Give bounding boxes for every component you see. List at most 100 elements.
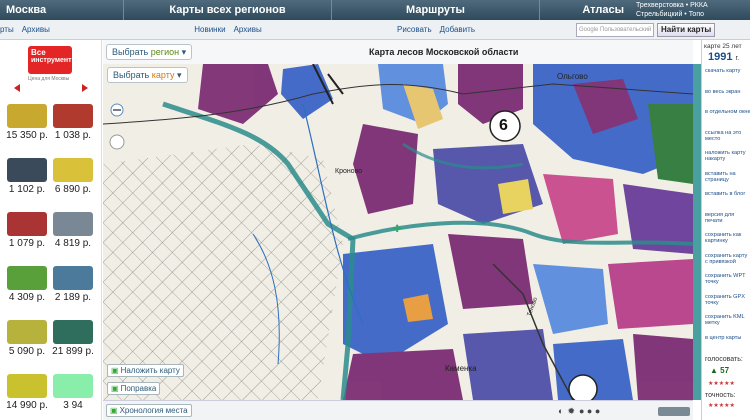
ad-logo[interactable]: Все инструменты (28, 46, 78, 74)
map-year: 1991 г. (708, 51, 739, 63)
product-price: 3 94 (63, 400, 83, 411)
action-item[interactable]: скачать карту (705, 68, 750, 74)
ad-product[interactable]: 14 990 р. (4, 374, 50, 411)
ad-product[interactable]: 3 94 (50, 374, 96, 411)
ad-product[interactable]: 4 819 р. (50, 212, 96, 249)
correction-label: Поправка (120, 384, 157, 393)
thumbs-up-icon: ▲ (710, 366, 718, 375)
ad-logo-line1: Все (31, 48, 46, 57)
subnav-new-link[interactable]: Новинки (194, 25, 225, 34)
action-item[interactable]: вставить на страницу (705, 171, 750, 183)
product-price: 2 189 р. (54, 292, 92, 303)
correction-button[interactable]: ▣ Поправка (107, 382, 161, 395)
ad-prev-arrow-icon[interactable] (14, 84, 20, 92)
product-price: 1 038 р. (54, 130, 92, 141)
nav-all-maps-label: Карты всех регионов (169, 4, 286, 16)
top-navigation: Москва Карты всех регионов Маршруты Атла… (0, 0, 750, 20)
vote-label: голосовать: (705, 356, 743, 363)
ad-product[interactable]: 1 102 р. (4, 158, 50, 195)
accuracy-stars[interactable]: ★★★★★ (708, 402, 735, 409)
zoom-out-button[interactable] (111, 104, 123, 116)
nav-atlases[interactable]: Атласы (540, 0, 630, 20)
correction-icon: ▣ (111, 384, 119, 393)
map-label-kronovo: Кроново (335, 168, 363, 175)
ad-product[interactable]: 1 079 р. (4, 212, 50, 249)
ad-product[interactable]: 2 189 р. (50, 266, 96, 303)
atlas-link-1[interactable]: Трехверстовка • РККА (636, 1, 750, 10)
map-age-label: карте 25 лет (704, 43, 742, 50)
nav-routes[interactable]: Маршруты (332, 0, 540, 20)
product-image (7, 104, 47, 128)
vote-widget[interactable]: ▲ 57 (710, 366, 729, 375)
product-price: 14 990 р. (6, 400, 48, 411)
action-item[interactable]: во весь экран (705, 89, 750, 95)
product-price: 21 899 р. (52, 346, 94, 357)
product-image (7, 158, 47, 182)
search-placeholder: Google Пользовательский (579, 26, 652, 33)
nav-region-label: Москва (6, 4, 47, 16)
nav-all-maps[interactable]: Карты всех регионов (124, 0, 332, 20)
product-price: 1 102 р. (8, 184, 46, 195)
action-item[interactable]: вставить в блог (705, 191, 750, 197)
subnav-routes: Рисовать Добавить (332, 25, 540, 34)
product-price: 4 309 р. (8, 292, 46, 303)
action-item[interactable]: в отдельном окне (705, 109, 750, 115)
ad-column: Все инструменты Цена для Москвы 15 350 р… (0, 40, 102, 420)
overlay-map-button[interactable]: ▣ Наложить карту (107, 364, 184, 377)
ad-product[interactable]: 6 890 р. (50, 158, 96, 195)
product-price: 6 890 р. (54, 184, 92, 195)
subnav-add-link[interactable]: Добавить (440, 25, 475, 34)
action-item[interactable]: версия для печати (705, 212, 750, 224)
product-price: 15 350 р. (6, 130, 48, 141)
map-viewport[interactable]: Ольгово Кроново Каменка Теново 6 ✣ (103, 64, 693, 400)
select-region-dropdown[interactable]: Выбрать регион ▾ (106, 44, 193, 60)
select-region-word: регион (150, 47, 180, 57)
rating-stars[interactable]: ★★★★★ (708, 380, 735, 387)
map-title: Карта лесов Московской области (369, 47, 519, 57)
action-item[interactable]: сохранить WPT точку (705, 273, 750, 285)
atlas-link-2[interactable]: Стрельбицкий • Топо (636, 10, 750, 19)
map-label-olgovo: Ольгово (557, 72, 588, 81)
action-item[interactable]: ссылка на это место (705, 130, 750, 142)
sub-navigation: рты Архивы Новинки Архивы Рисовать Добав… (0, 20, 750, 40)
select-map-prefix: Выбрать (113, 70, 150, 80)
product-price: 1 079 р. (8, 238, 46, 249)
map-year-suffix: г. (735, 55, 740, 62)
ad-logo-subtitle: Цена для Москвы (28, 76, 70, 82)
share-icons[interactable] (658, 407, 690, 416)
action-item[interactable]: в центр карты (705, 335, 750, 341)
subnav-mid: Новинки Архивы (124, 25, 332, 34)
ad-product[interactable]: 4 309 р. (4, 266, 50, 303)
search-button[interactable]: Найти карты (657, 22, 716, 37)
ad-product[interactable]: 15 350 р. (4, 104, 50, 141)
select-map-dropdown[interactable]: Выбрать карту ▾ (107, 67, 188, 83)
subnav-maps-link[interactable]: рты (0, 25, 14, 34)
chronology-icon: ▣ (110, 406, 118, 415)
product-image (7, 320, 47, 344)
search-input[interactable]: Google Пользовательский (576, 22, 654, 37)
ad-logo-line2: инструменты (31, 57, 78, 64)
subnav-archives-link[interactable]: Архивы (22, 25, 50, 34)
nav-region[interactable]: Москва (0, 0, 124, 20)
ad-next-arrow-icon[interactable] (82, 84, 88, 92)
chronology-button[interactable]: ▣ Хронология места (106, 404, 192, 417)
action-item[interactable]: сохранить карту с привязкой (705, 253, 750, 265)
action-item[interactable]: сохранить как картинку (705, 232, 750, 244)
subnav-draw-link[interactable]: Рисовать (397, 25, 432, 34)
nav-routes-label: Маршруты (406, 4, 465, 16)
product-image (53, 158, 93, 182)
product-price: 5 090 р. (8, 346, 46, 357)
action-item[interactable]: сохранить GPX точку (705, 294, 750, 306)
ad-product[interactable]: 1 038 р. (50, 104, 96, 141)
subnav-archives2-link[interactable]: Архивы (234, 25, 262, 34)
atlas-links: Трехверстовка • РККА Стрельбицкий • Топо (630, 0, 750, 20)
action-item[interactable]: наложить карту накарту (705, 150, 750, 162)
ad-product[interactable]: 21 899 р. (50, 320, 96, 357)
product-image (53, 266, 93, 290)
action-item[interactable]: сохранить KML метку (705, 314, 750, 326)
opacity-slider[interactable]: ◐ ✹ ● ● ● (558, 406, 628, 417)
map-year-value: 1991 (708, 51, 733, 63)
vote-count: 57 (720, 366, 730, 375)
product-image (53, 320, 93, 344)
ad-product[interactable]: 5 090 р. (4, 320, 50, 357)
